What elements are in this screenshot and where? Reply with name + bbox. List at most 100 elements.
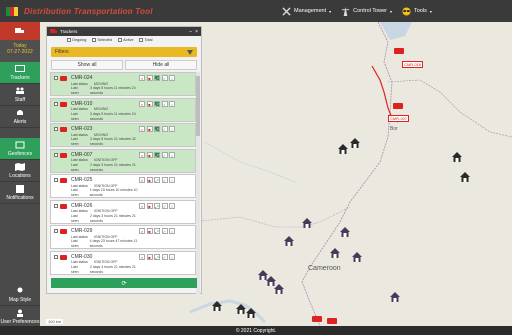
sidebar-item-alerts[interactable]: Alerts (0, 106, 40, 128)
sidebar-item-locations[interactable]: Locations (0, 160, 40, 182)
tracker-row[interactable]: CMR-025 Last status IGNITION OFF Last seen 1… (50, 174, 196, 198)
route-icon[interactable]: ⤢ (154, 100, 160, 107)
sidebar-home[interactable] (0, 22, 40, 40)
geofence-house-icon[interactable] (274, 284, 284, 294)
geofence-house-icon[interactable] (390, 292, 400, 302)
select-checkbox[interactable] (54, 229, 58, 233)
check-icon[interactable]: ✓ (161, 177, 168, 183)
check-icon[interactable]: ✓ (161, 75, 168, 81)
show-all-button[interactable]: Show all (51, 60, 123, 70)
tracker-row[interactable]: CMR-030 Last status IGNITION OFF Last seen 2… (50, 250, 196, 275)
remove-icon[interactable]: × (139, 177, 145, 183)
truck-marker[interactable] (312, 316, 322, 322)
sidebar-item-notifications[interactable]: Notifications (0, 182, 40, 204)
select-checkbox[interactable] (54, 127, 58, 131)
geofence-house-icon[interactable] (352, 252, 362, 262)
truck-toggle-icon[interactable]: ■ (146, 253, 153, 260)
check-icon[interactable]: ✓ (161, 100, 168, 107)
tab-total[interactable]: Total (139, 38, 153, 42)
geofence-house-icon[interactable] (212, 301, 222, 311)
sidebar-item-geofences[interactable]: Geofences (0, 138, 40, 160)
check-icon[interactable]: ✓ (161, 253, 168, 260)
geofence-house-icon[interactable] (340, 227, 350, 237)
check-icon[interactable]: ✓ (161, 126, 168, 132)
hide-all-button[interactable]: Hide all (125, 60, 197, 70)
menu-tools[interactable]: Tools ▾ (402, 6, 432, 16)
remove-icon[interactable]: × (139, 202, 145, 209)
select-checkbox[interactable] (54, 76, 58, 80)
remove-icon[interactable]: × (139, 100, 145, 107)
remove-icon[interactable]: × (139, 228, 145, 234)
check-icon[interactable]: ✓ (161, 228, 168, 234)
menu-management[interactable]: Management ▾ (282, 6, 331, 16)
truck-marker[interactable] (394, 48, 404, 54)
remove-icon[interactable]: × (139, 253, 145, 260)
tracker-row[interactable]: CMR-010 Last status MOVING Last seen 3 days … (50, 97, 196, 122)
tracker-row[interactable]: CMR-007 Last status IGNITION OFF Last seen 2… (50, 148, 196, 173)
tracker-row[interactable]: CMR-029 Last status IGNITION OFF Last seen 4… (50, 225, 196, 249)
info-icon[interactable]: i (169, 151, 175, 158)
select-checkbox[interactable] (54, 203, 58, 208)
scrollbar-thumb[interactable] (196, 76, 200, 136)
truck-toggle-icon[interactable]: ■ (146, 228, 153, 234)
geofence-house-icon[interactable] (236, 304, 246, 314)
sidebar-item-user-preferences[interactable]: User Preferences (0, 306, 40, 328)
filters-bar[interactable]: Filters (51, 47, 197, 57)
checkbox[interactable] (67, 38, 71, 42)
route-icon[interactable]: ⤢ (154, 253, 160, 260)
truck-toggle-icon[interactable]: ■ (146, 75, 153, 81)
route-icon[interactable]: ⤢ (154, 202, 160, 209)
remove-icon[interactable]: × (139, 151, 145, 158)
truck-marker[interactable] (327, 318, 337, 324)
truck-toggle-icon[interactable]: ■ (146, 202, 153, 209)
tracker-map-label[interactable]: CMR-007 (388, 115, 410, 122)
geofence-house-icon[interactable] (284, 236, 294, 246)
checkbox[interactable] (118, 38, 123, 42)
truck-toggle-icon[interactable]: ■ (146, 151, 153, 158)
close-icon[interactable]: × (195, 29, 198, 35)
route-icon[interactable]: ⤢ (154, 177, 160, 183)
info-icon[interactable]: i (169, 100, 175, 107)
tab-selected[interactable]: Selected (92, 38, 112, 42)
select-checkbox[interactable] (54, 152, 58, 157)
route-icon[interactable]: ⤢ (154, 75, 160, 81)
truck-toggle-icon[interactable]: ■ (146, 100, 153, 107)
checkbox[interactable] (92, 38, 97, 42)
geofence-house-icon[interactable] (452, 152, 462, 162)
tracker-row[interactable]: CMR-023 Last status MOVING Last seen 3 days … (50, 123, 196, 147)
scrollbar[interactable] (196, 72, 200, 294)
tracker-map-label[interactable]: CMR-016 (402, 61, 424, 68)
menu-control-tower[interactable]: Control Tower ▾ (341, 6, 392, 16)
sidebar-item-staff[interactable]: Staff (0, 84, 40, 106)
checkbox[interactable] (139, 38, 144, 42)
info-icon[interactable]: i (169, 126, 175, 132)
geofence-house-icon[interactable] (246, 308, 256, 318)
info-icon[interactable]: i (169, 253, 175, 260)
select-checkbox[interactable] (54, 101, 58, 106)
tracker-row[interactable]: CMR-024 Last status MOVING Last seen 3 days … (50, 72, 196, 96)
geofence-house-icon[interactable] (302, 218, 312, 228)
geofence-house-icon[interactable] (460, 172, 470, 182)
minimize-icon[interactable]: – (189, 29, 192, 35)
route-icon[interactable]: ⤢ (154, 228, 160, 234)
sidebar-item-trackers[interactable]: Trackers (0, 62, 40, 84)
geofence-house-icon[interactable] (338, 144, 348, 154)
sidebar-item-map-style[interactable]: Map Style (0, 284, 40, 306)
tab-active[interactable]: Active (118, 38, 133, 42)
geofence-house-icon[interactable] (350, 138, 360, 148)
info-icon[interactable]: i (169, 75, 175, 81)
geofence-house-icon[interactable] (330, 248, 340, 258)
truck-marker[interactable] (393, 103, 403, 109)
info-icon[interactable]: i (169, 228, 175, 234)
refresh-button[interactable]: ⟳ (51, 278, 197, 288)
select-checkbox[interactable] (54, 178, 58, 182)
panel-header[interactable]: Trackers – × (47, 27, 201, 36)
remove-icon[interactable]: × (139, 126, 145, 132)
tab-ongoing[interactable]: Ongoing (67, 38, 86, 42)
remove-icon[interactable]: × (139, 75, 145, 81)
truck-toggle-icon[interactable]: ■ (146, 177, 153, 183)
truck-toggle-icon[interactable]: ■ (146, 126, 153, 132)
tracker-row[interactable]: CMR-026 Last status IGNITION OFF Last seen 2… (50, 199, 196, 224)
select-checkbox[interactable] (54, 254, 58, 259)
check-icon[interactable]: ✓ (161, 151, 168, 158)
